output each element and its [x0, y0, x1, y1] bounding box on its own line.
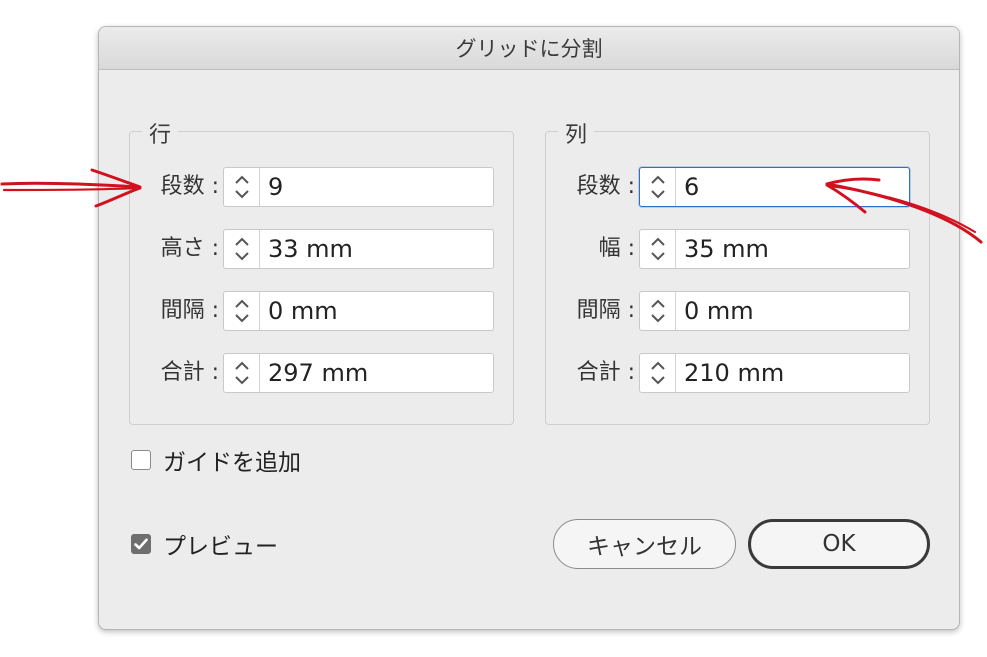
rows-count-label: 段数 :	[160, 174, 219, 199]
dialog-titlebar[interactable]: グリッドに分割	[99, 27, 959, 70]
rows-total-row: 合計 : 297 mm	[130, 352, 513, 394]
rows-total-stepper[interactable]	[224, 354, 260, 392]
stepper-icon	[650, 175, 665, 199]
columns-gutter-stepper[interactable]	[640, 292, 676, 330]
preview-label[interactable]: プレビュー	[163, 527, 278, 561]
rows-total-input[interactable]: 297 mm	[260, 354, 493, 392]
rows-total-label: 合計 :	[160, 360, 219, 385]
columns-gutter-row: 間隔 : 0 mm	[546, 290, 929, 332]
add-guides-option[interactable]: ガイドを追加	[131, 443, 301, 477]
stepper-icon	[234, 175, 249, 199]
ok-button-label: OK	[822, 531, 856, 557]
rows-gutter-row: 間隔 : 0 mm	[130, 290, 513, 332]
ok-button[interactable]: OK	[748, 519, 930, 569]
columns-count-label: 段数 :	[576, 174, 635, 199]
rows-gutter-label: 間隔 :	[160, 298, 219, 323]
columns-width-stepper[interactable]	[640, 230, 676, 268]
columns-group-title: 列	[558, 117, 595, 149]
rows-gutter-stepper[interactable]	[224, 292, 260, 330]
rows-height-row: 高さ : 33 mm	[130, 228, 513, 270]
columns-total-input[interactable]: 210 mm	[676, 354, 909, 392]
stepper-icon	[234, 237, 249, 261]
columns-count-stepper[interactable]	[640, 168, 676, 206]
columns-total-stepper[interactable]	[640, 354, 676, 392]
columns-gutter-label: 間隔 :	[576, 298, 635, 323]
rows-count-input[interactable]: 9	[260, 168, 493, 206]
columns-width-label: 幅 :	[598, 236, 635, 261]
rows-count-field[interactable]: 9	[223, 167, 494, 207]
rows-height-label: 高さ :	[160, 236, 219, 261]
rows-total-field[interactable]: 297 mm	[223, 353, 494, 393]
stepper-icon	[234, 299, 249, 323]
rows-gutter-field[interactable]: 0 mm	[223, 291, 494, 331]
rows-height-field[interactable]: 33 mm	[223, 229, 494, 269]
checkmark-icon	[134, 538, 148, 550]
columns-total-row: 合計 : 210 mm	[546, 352, 929, 394]
columns-total-field[interactable]: 210 mm	[639, 353, 910, 393]
add-guides-label[interactable]: ガイドを追加	[163, 443, 301, 477]
stepper-icon	[650, 299, 665, 323]
dialog-title: グリッドに分割	[455, 37, 603, 61]
rows-group: 行 段数 : 9 高さ : 33 mm 間隔 : 0 mm 合計: 297 m…	[129, 117, 514, 425]
preview-option[interactable]: プレビュー	[131, 527, 278, 561]
add-guides-checkbox[interactable]	[131, 450, 151, 470]
grid-split-dialog: グリッドに分割 行 段数 : 9 高さ : 33 mm 間隔 : 0 mm 合計…	[98, 26, 960, 630]
cancel-button[interactable]: キャンセル	[553, 519, 736, 569]
rows-group-title: 行	[142, 117, 179, 149]
rows-height-input[interactable]: 33 mm	[260, 230, 493, 268]
columns-gutter-field[interactable]: 0 mm	[639, 291, 910, 331]
stepper-icon	[234, 361, 249, 385]
stepper-icon	[650, 361, 665, 385]
cancel-button-label: キャンセル	[587, 534, 702, 560]
stepper-icon	[650, 237, 665, 261]
columns-gutter-input[interactable]: 0 mm	[676, 292, 909, 330]
rows-count-stepper[interactable]	[224, 168, 260, 206]
rows-height-stepper[interactable]	[224, 230, 260, 268]
columns-total-label: 合計 :	[576, 360, 635, 385]
annotation-arrow-right	[825, 177, 983, 244]
rows-gutter-input[interactable]: 0 mm	[260, 292, 493, 330]
preview-checkbox[interactable]	[131, 534, 151, 554]
rows-count-row: 段数 : 9	[130, 166, 513, 208]
annotation-arrow-left	[0, 168, 142, 208]
